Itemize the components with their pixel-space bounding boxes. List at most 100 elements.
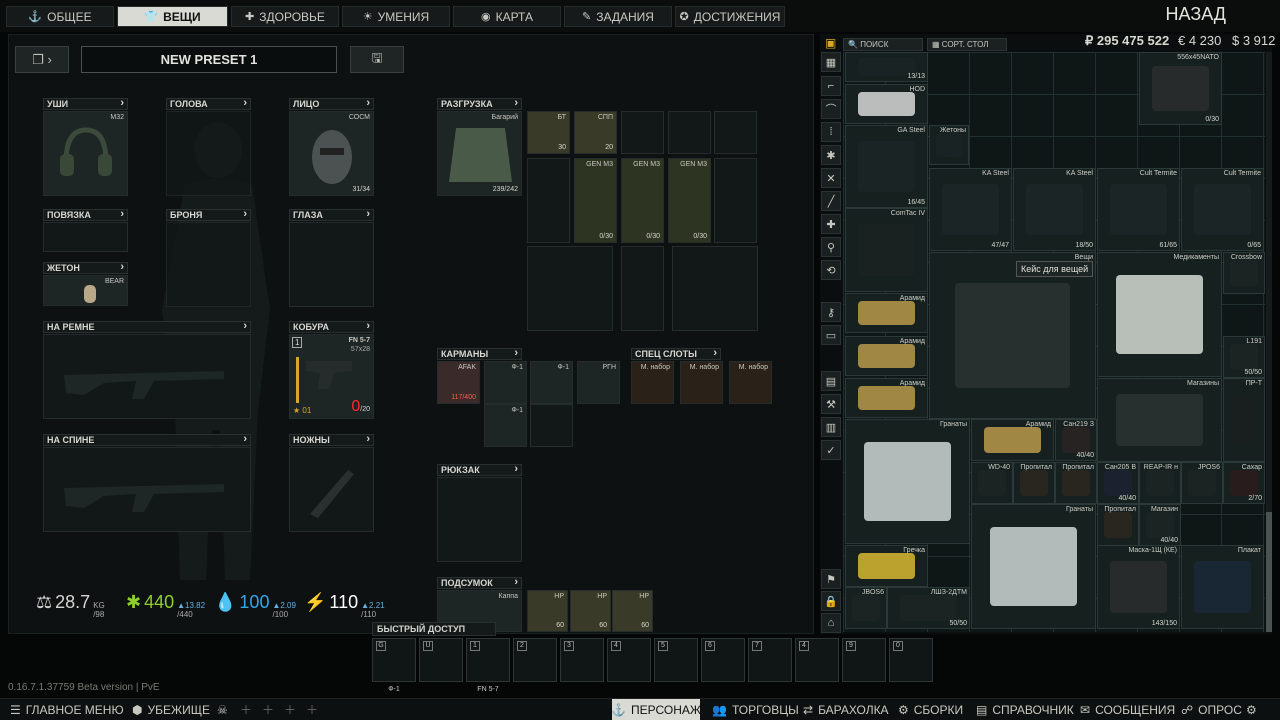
filter-containers-icon[interactable]: ▭ [821, 325, 841, 345]
quick-slot-9[interactable]: 4 [795, 638, 839, 682]
tab-general[interactable]: ⚓ ОБЩЕЕ [6, 6, 114, 27]
stash-item[interactable]: L191 50/50 [1223, 336, 1265, 378]
pin-icon[interactable]: ⚑ [821, 569, 841, 589]
hideout-button[interactable]: ⬢ УБЕЖИЩЕ [132, 699, 210, 720]
slot-face[interactable]: СОСМ 31/34 [289, 111, 374, 196]
pouch-cell-2[interactable]: НР 60 [612, 590, 653, 632]
add-slot-icon[interactable]: ＋ [240, 699, 252, 720]
messages-button[interactable]: ✉ СООБЩЕНИЯ [1080, 699, 1175, 720]
rig-mag-2[interactable]: GEN M3 0/30 [668, 158, 711, 243]
rig-mag-0[interactable]: GEN M3 0/30 [574, 158, 617, 243]
rig-cell-7[interactable] [527, 246, 613, 331]
slot-backpack[interactable] [437, 477, 522, 562]
stash-item[interactable]: Гранаты [971, 504, 1096, 629]
stash-search-input[interactable]: 🔍 ПОИСК [843, 38, 923, 51]
slot-dogtag[interactable]: BEAR [43, 275, 128, 306]
player-icon-button[interactable]: ☠ [217, 699, 228, 720]
stash-item[interactable]: Crossbow [1223, 252, 1265, 294]
stash-item[interactable]: Пропитал [1097, 504, 1139, 546]
slot-scabbard[interactable] [289, 447, 374, 532]
slot-eyes[interactable] [289, 222, 374, 307]
survey-button[interactable]: ☍ ОПРОС [1181, 699, 1242, 720]
main-menu-button[interactable]: ☰ ГЛАВНОЕ МЕНЮ [10, 699, 124, 720]
pocket-cell-3[interactable]: РГН [577, 361, 620, 404]
stash-item[interactable]: WD-40 [971, 462, 1013, 504]
filter-check-icon[interactable]: ✓ [821, 440, 841, 460]
pocket-cell-1[interactable]: Ф-1 [484, 361, 527, 404]
special-cell-0[interactable]: М. набор [631, 361, 674, 404]
save-preset-button[interactable]: 🖫 [350, 46, 404, 73]
stash-scrollbar[interactable] [1266, 52, 1272, 632]
builds-button[interactable]: ⚙ СБОРКИ [898, 699, 963, 720]
tab-health[interactable]: ✚ ЗДОРОВЬЕ [231, 6, 339, 27]
slot-rig[interactable]: Багарий 239/242 [437, 111, 522, 196]
stash-item[interactable]: Сахар 2/70 [1223, 462, 1265, 504]
slot-armor[interactable] [166, 222, 251, 307]
stash-item[interactable]: Сан219 З 40/40 [1055, 419, 1097, 461]
pocket-cell-2[interactable]: Ф-1 [530, 361, 573, 404]
filter-wrench-icon[interactable]: ⚒ [821, 394, 841, 414]
stash-item[interactable]: Cult Termite 0/65 [1181, 168, 1264, 251]
filter-all-icon[interactable]: ▦ [821, 52, 841, 72]
rig-cell-6[interactable] [714, 158, 757, 243]
tab-skills[interactable]: ☀ УМЕНИЯ [342, 6, 450, 27]
rig-cell-5[interactable] [527, 158, 570, 243]
quick-slot-8[interactable]: 7 [748, 638, 792, 682]
rig-cell-4[interactable] [714, 111, 757, 154]
stash-item[interactable]: 556x45NATO 0/30 [1139, 52, 1222, 125]
stash-item[interactable]: JPOS6 [1181, 462, 1223, 504]
tab-achievements[interactable]: ✪ ДОСТИЖЕНИЯ [675, 6, 785, 27]
stash-item[interactable]: Вещи [929, 252, 1096, 419]
stash-item[interactable]: KA Steel 47/47 [929, 168, 1012, 251]
pocket-cell-0[interactable]: AFAK 117/400 [437, 361, 480, 404]
stash-item[interactable]: 13/13 [845, 52, 928, 82]
traders-button[interactable]: 👥 ТОРГОВЦЫ [712, 699, 799, 720]
stash-item[interactable]: Медикаменты [1097, 252, 1222, 377]
filter-info-icon[interactable]: ▤ [821, 371, 841, 391]
rig-cell-2[interactable] [621, 111, 664, 154]
rig-cell-0[interactable]: БТ 30 [527, 111, 570, 154]
character-button[interactable]: ⚓ ПЕРСОНАЖ [611, 699, 701, 720]
add-slot-icon[interactable]: ＋ [284, 699, 296, 720]
flea-market-button[interactable]: ⇄ БАРАХОЛКА [803, 699, 889, 720]
rig-cell-1[interactable]: СПП 20 [574, 111, 617, 154]
stash-item[interactable]: Арамид [845, 336, 928, 376]
rig-mag-1[interactable]: GEN M3 0/30 [621, 158, 664, 243]
stash-item[interactable]: Сан205 В 40/40 [1097, 462, 1139, 504]
quick-slot-6[interactable]: 5 [654, 638, 698, 682]
slot-armband[interactable] [43, 222, 128, 252]
quick-slot-3[interactable]: 2 [513, 638, 557, 682]
add-slot-icon[interactable]: ＋ [306, 699, 318, 720]
filter-melee-icon[interactable]: ╱ [821, 191, 841, 211]
stash-item[interactable]: JBOS6 [845, 587, 887, 629]
tab-map[interactable]: ◉ КАРТА [453, 6, 561, 27]
special-cell-2[interactable]: М. набор [729, 361, 772, 404]
stash-item[interactable]: Плакат [1181, 545, 1264, 629]
slot-ears[interactable]: M32 [43, 111, 128, 196]
stash-item[interactable]: Арамид [845, 378, 928, 418]
stash-item[interactable]: Пропитал [1013, 462, 1055, 504]
filter-medical-icon[interactable]: ✚ [821, 214, 841, 234]
filter-gear-icon[interactable]: ⌒ [821, 99, 841, 119]
back-button[interactable]: НАЗАД [1166, 4, 1226, 25]
stash-item[interactable]: ЛШЗ-2ДТМ 50/50 [887, 587, 970, 629]
stash-item[interactable]: Маска-1Щ (КЕ) 143/150 [1097, 545, 1180, 629]
stash-item[interactable]: REAP-IR н [1139, 462, 1181, 504]
pocket-cell-4[interactable]: Ф-1 [484, 404, 527, 447]
stash-item[interactable]: HOD [845, 84, 928, 124]
pouch-cell-1[interactable]: НР 60 [570, 590, 611, 632]
rig-cell-9[interactable] [672, 246, 758, 331]
quick-slot-5[interactable]: 4 [607, 638, 651, 682]
quick-slot-4[interactable]: 3 [560, 638, 604, 682]
filter-notes-icon[interactable]: ▥ [821, 417, 841, 437]
filter-keys-icon[interactable]: ⚷ [821, 302, 841, 322]
slot-sling[interactable] [43, 334, 251, 419]
pocket-cell-5[interactable] [530, 404, 573, 447]
quick-slot-7[interactable]: 6 [701, 638, 745, 682]
stash-item[interactable]: Магазины [1097, 378, 1222, 462]
lock-icon[interactable]: 🔒 [821, 591, 841, 611]
filter-repair-icon[interactable]: ⟲ [821, 260, 841, 280]
filter-mods-icon[interactable]: ✱ [821, 145, 841, 165]
stash-item[interactable]: KA Steel 18/50 [1013, 168, 1096, 251]
stash-item[interactable]: Арамид [971, 419, 1054, 461]
